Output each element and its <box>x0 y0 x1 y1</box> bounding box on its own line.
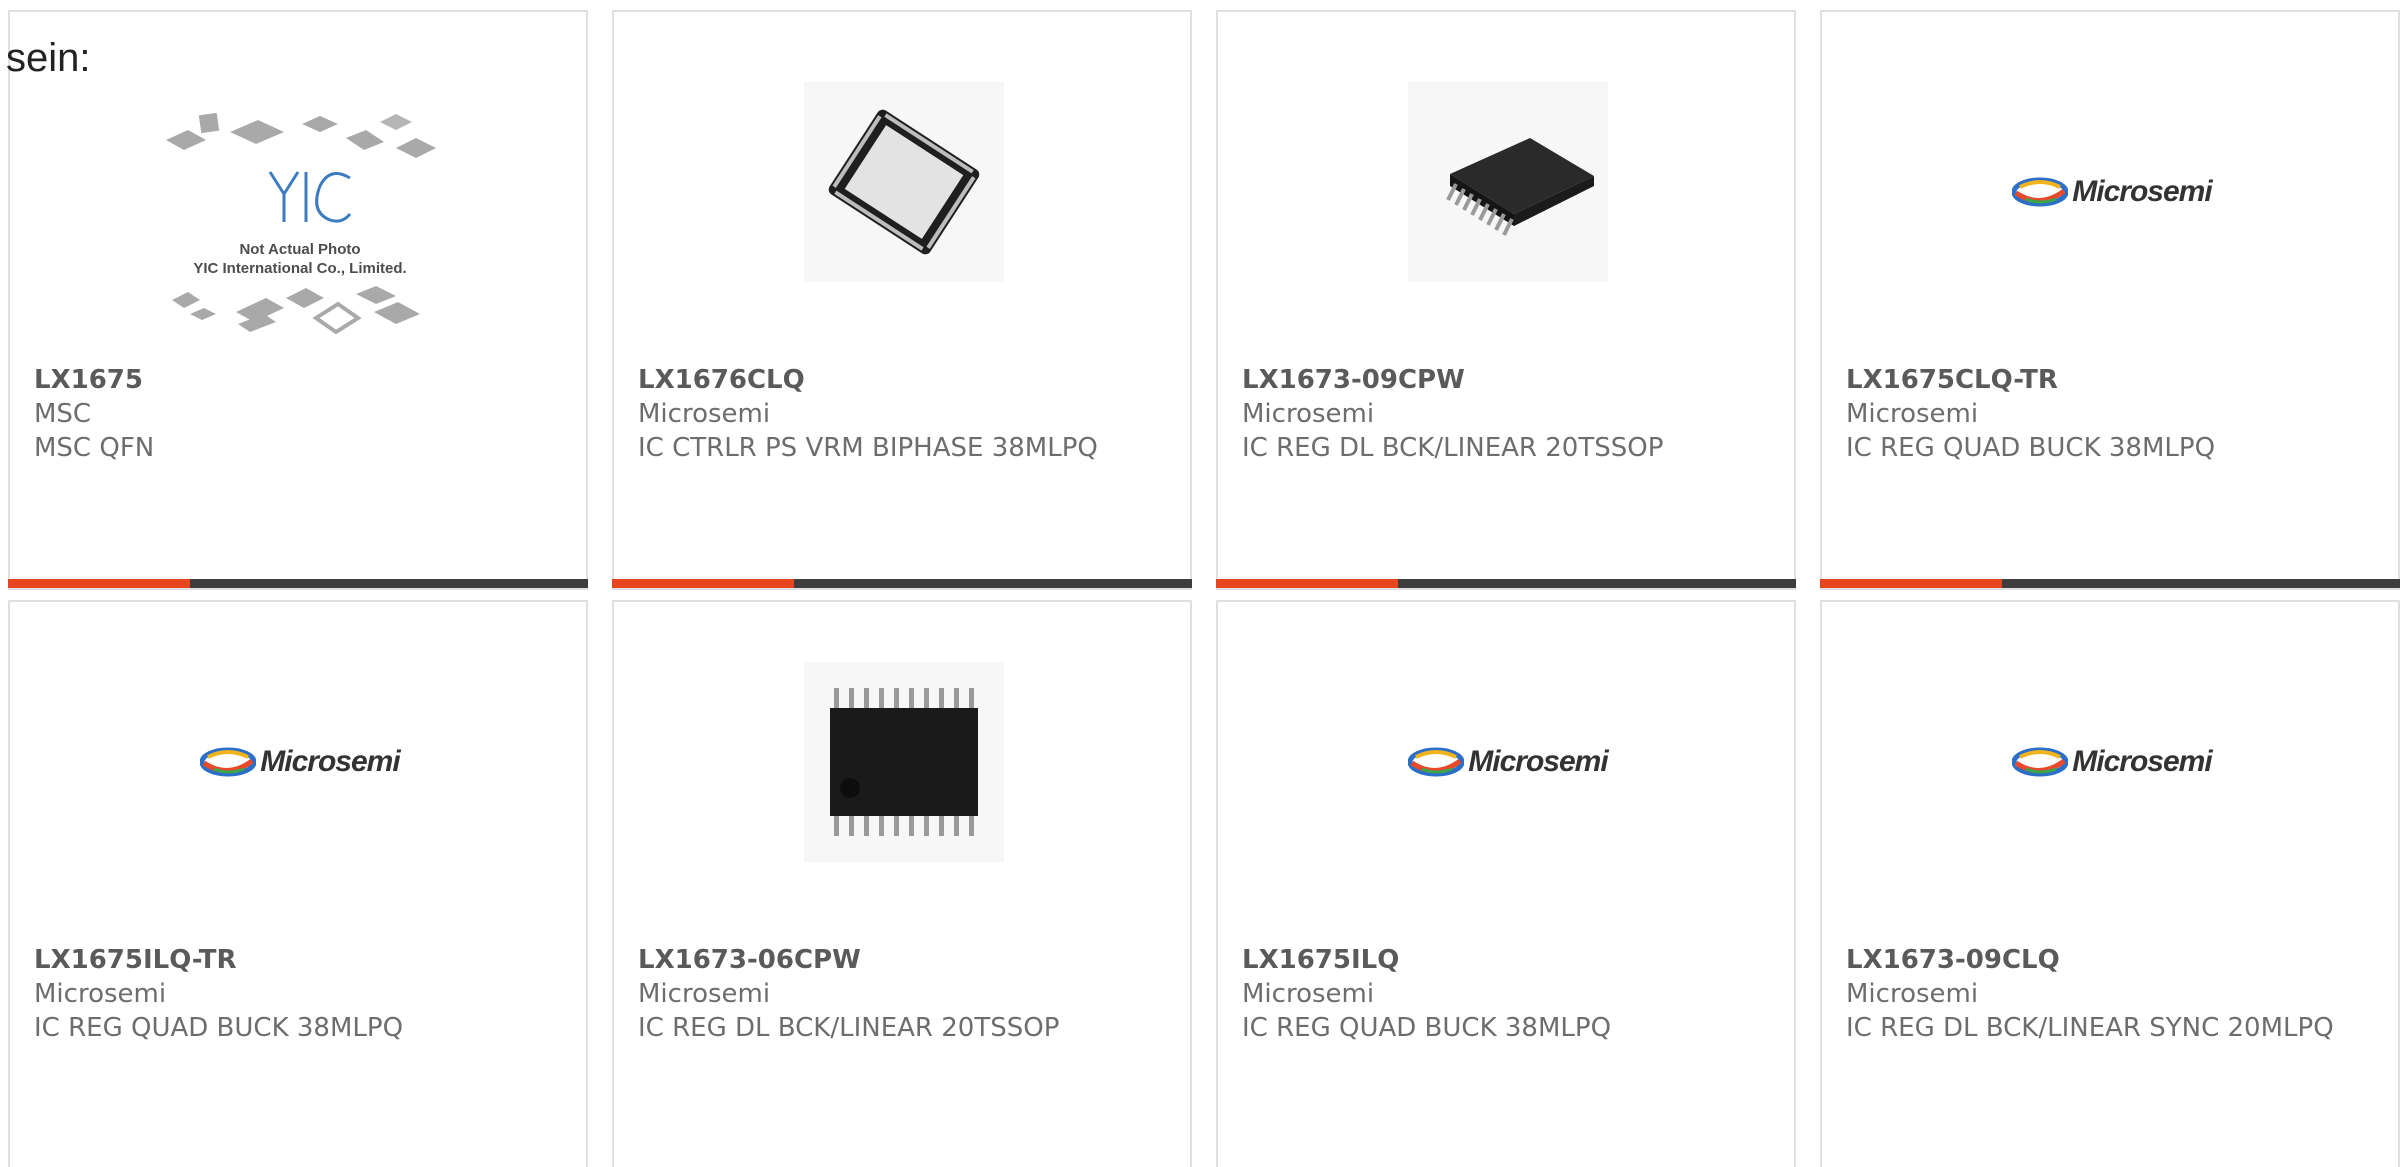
card-bottom-bar <box>612 579 1192 588</box>
manufacturer-text: Microsemi <box>1846 399 1979 429</box>
card-accent-bar <box>1216 579 1398 588</box>
description-text: IC REG DL BCK/LINEAR SYNC 20MLPQ <box>1846 1013 2334 1043</box>
product-card[interactable]: Not Actual Photo YIC International Co., … <box>8 10 588 590</box>
description-text: IC REG DL BCK/LINEAR 20TSSOP <box>1242 433 1664 463</box>
product-info: LX1675ILQ Microsemi IC REG QUAD BUCK 38M… <box>1242 943 1762 1045</box>
intro-text: sein: <box>6 36 91 80</box>
microsemi-swirl-icon <box>2012 177 2069 207</box>
tssop-top-chip-icon <box>804 662 1004 862</box>
product-card[interactable]: Microsemi LX1675ILQ-TR Microsemi IC REG … <box>8 600 588 1167</box>
product-card[interactable]: Microsemi LX1675CLQ-TR Microsemi IC REG … <box>1820 10 2400 590</box>
product-image[interactable]: Microsemi <box>1368 732 1648 792</box>
product-image[interactable] <box>804 662 1004 862</box>
microsemi-swirl-icon <box>1408 747 1465 777</box>
manufacturer-text: Microsemi <box>1242 399 1375 429</box>
part-number-link[interactable]: LX1676CLQ <box>638 363 1158 397</box>
part-number-link[interactable]: LX1675ILQ-TR <box>34 943 554 977</box>
description-text: IC REG QUAD BUCK 38MLPQ <box>34 1013 404 1043</box>
not-actual-photo-text: Not Actual Photo <box>239 241 360 258</box>
part-number-link[interactable]: LX1675 <box>34 363 554 397</box>
part-number-link[interactable]: LX1675CLQ-TR <box>1846 363 2366 397</box>
product-info: LX1675ILQ-TR Microsemi IC REG QUAD BUCK … <box>34 943 554 1045</box>
description-text: IC REG DL BCK/LINEAR 20TSSOP <box>638 1013 1060 1043</box>
yic-company-text: YIC International Co., Limited. <box>193 260 406 277</box>
part-number-link[interactable]: LX1673-09CPW <box>1242 363 1762 397</box>
microsemi-logo: Microsemi <box>2012 745 2213 779</box>
card-accent-bar <box>612 579 794 588</box>
card-bottom-bar <box>1820 579 2400 588</box>
manufacturer-text: Microsemi <box>638 979 771 1009</box>
product-image[interactable]: Microsemi <box>1972 162 2252 222</box>
product-info: LX1675CLQ-TR Microsemi IC REG QUAD BUCK … <box>1846 363 2366 465</box>
description-text: IC REG QUAD BUCK 38MLPQ <box>1242 1013 1612 1043</box>
product-info: LX1673-06CPW Microsemi IC REG DL BCK/LIN… <box>638 943 1158 1045</box>
product-info: LX1673-09CPW Microsemi IC REG DL BCK/LIN… <box>1242 363 1762 465</box>
product-card[interactable]: Microsemi LX1673-09CLQ Microsemi IC REG … <box>1820 600 2400 1167</box>
description-text: MSC QFN <box>34 433 155 463</box>
microsemi-logo: Microsemi <box>1408 745 1609 779</box>
qfn-chip-icon <box>804 82 1004 282</box>
product-image[interactable] <box>804 82 1004 282</box>
product-image-placeholder[interactable]: Not Actual Photo YIC International Co., … <box>160 102 440 352</box>
microsemi-logo-text: Microsemi <box>1468 745 1608 778</box>
manufacturer-text: Microsemi <box>1846 979 1979 1009</box>
part-number-link[interactable]: LX1673-06CPW <box>638 943 1158 977</box>
manufacturer-text: Microsemi <box>1242 979 1375 1009</box>
microsemi-logo: Microsemi <box>200 745 401 779</box>
chip-collection-icon: Not Actual Photo YIC International Co., … <box>166 112 436 335</box>
card-bottom-bar <box>1216 579 1796 588</box>
description-text: IC REG QUAD BUCK 38MLPQ <box>1846 433 2216 463</box>
tssop-chip-icon <box>1408 82 1608 282</box>
product-card[interactable]: LX1676CLQ Microsemi IC CTRLR PS VRM BIPH… <box>612 10 1192 590</box>
product-card[interactable]: LX1673-09CPW Microsemi IC REG DL BCK/LIN… <box>1216 10 1796 590</box>
microsemi-logo-text: Microsemi <box>2072 175 2212 208</box>
microsemi-swirl-icon <box>200 747 257 777</box>
microsemi-logo: Microsemi <box>2012 175 2213 209</box>
microsemi-logo-text: Microsemi <box>260 745 400 778</box>
card-bottom-bar <box>8 579 588 588</box>
product-image[interactable] <box>1408 82 1608 282</box>
part-number-link[interactable]: LX1673-09CLQ <box>1846 943 2366 977</box>
manufacturer-text: MSC <box>34 399 92 429</box>
microsemi-logo-text: Microsemi <box>2072 745 2212 778</box>
description-text: IC CTRLR PS VRM BIPHASE 38MLPQ <box>638 433 1098 463</box>
card-accent-bar <box>8 579 190 588</box>
product-image[interactable]: Microsemi <box>160 732 440 792</box>
part-number-link[interactable]: LX1675ILQ <box>1242 943 1762 977</box>
microsemi-swirl-icon <box>2012 747 2069 777</box>
card-accent-bar <box>1820 579 2002 588</box>
product-info: LX1676CLQ Microsemi IC CTRLR PS VRM BIPH… <box>638 363 1158 465</box>
manufacturer-text: Microsemi <box>638 399 771 429</box>
product-card[interactable]: Microsemi LX1675ILQ Microsemi IC REG QUA… <box>1216 600 1796 1167</box>
product-info: LX1675 MSC MSC QFN <box>34 363 554 465</box>
product-info: LX1673-09CLQ Microsemi IC REG DL BCK/LIN… <box>1846 943 2366 1045</box>
manufacturer-text: Microsemi <box>34 979 167 1009</box>
product-card[interactable]: LX1673-06CPW Microsemi IC REG DL BCK/LIN… <box>612 600 1192 1167</box>
product-image[interactable]: Microsemi <box>1972 732 2252 792</box>
